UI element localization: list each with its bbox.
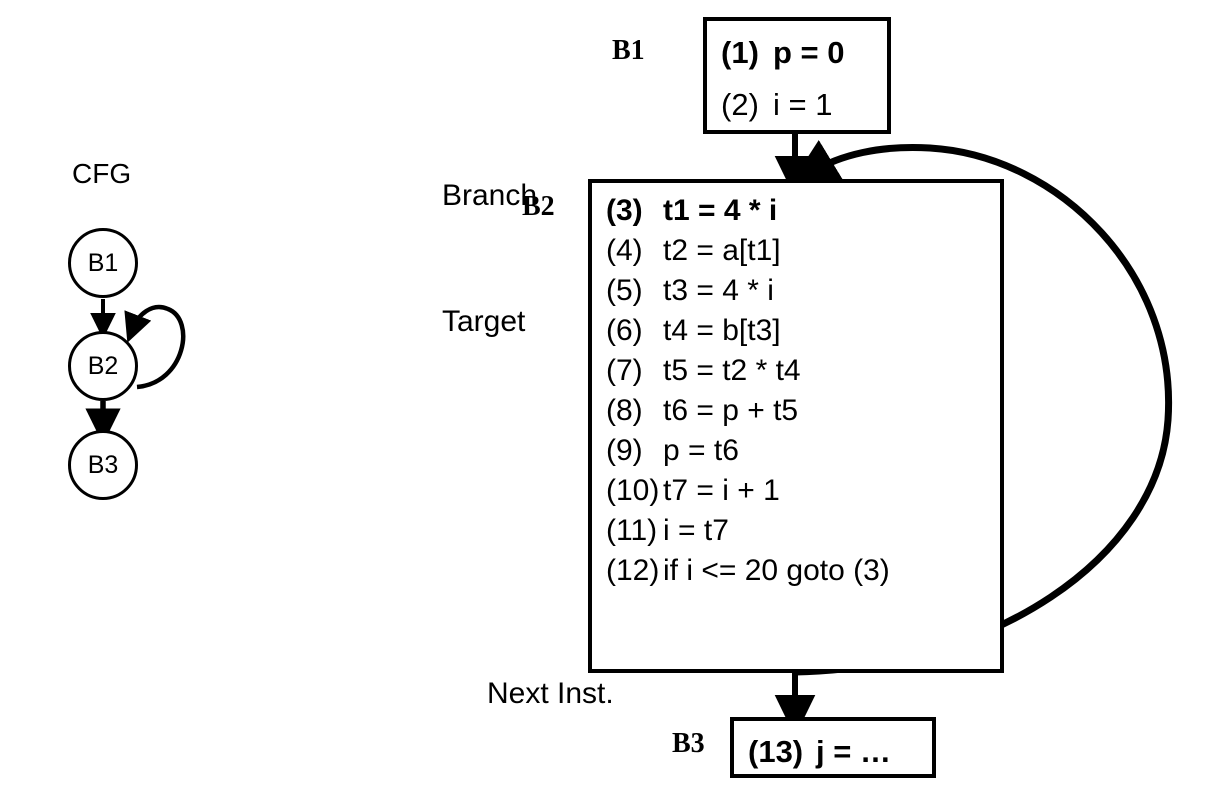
code-line-number: (9) <box>606 434 643 467</box>
next-inst-annotation: Next Inst. <box>487 677 614 710</box>
block-label-b1: B1 <box>612 35 645 66</box>
cfg-node-b3[interactable]: B3 <box>68 430 138 500</box>
block-label-b2: B2 <box>522 191 555 222</box>
code-line-text: t5 = t2 * t4 <box>663 354 801 387</box>
cfg-title: CFG <box>72 158 132 189</box>
code-line-text: i = 1 <box>773 87 833 122</box>
cfg-node-b1-label: B1 <box>87 248 119 277</box>
code-line-text: i = t7 <box>663 514 729 547</box>
code-line-number: (3) <box>606 194 643 227</box>
code-line: (13) j = … <box>748 727 932 777</box>
code-line-number: (2) <box>721 87 759 122</box>
code-line-text: t6 = p + t5 <box>663 394 799 427</box>
code-line-number: (12) <box>606 554 660 587</box>
code-line: (1) p = 0 <box>721 27 887 79</box>
code-line-number: (6) <box>606 314 643 347</box>
branch-target-annotation: Branch Target <box>442 91 537 427</box>
basic-block-b3[interactable]: (13) j = … <box>730 717 936 778</box>
code-line-number: (4) <box>606 234 643 267</box>
cfg-panel: CFG B1 B2 B3 <box>0 0 260 560</box>
code-line: (5) t3 = 4 * i <box>606 271 1000 311</box>
code-line-number: (1) <box>721 35 759 70</box>
code-line: (9) p = t6 <box>606 431 1000 471</box>
cfg-node-b1[interactable]: B1 <box>68 228 138 298</box>
basic-block-b2[interactable]: (3) t1 = 4 * i (4) t2 = a[t1] (5) t3 = 4 * i(… <box>588 179 1004 673</box>
branch-target-line-2: Target <box>442 305 526 338</box>
code-line-number: (13) <box>748 734 804 769</box>
code-line-text: if i <= 20 goto (3) <box>663 554 890 587</box>
code-line: (7) t5 = t2 * t4 <box>606 351 1000 391</box>
code-line-text: t7 = i + 1 <box>663 474 780 507</box>
code-line-number: (11) <box>606 514 658 547</box>
cfg-node-b2-label: B2 <box>87 351 119 380</box>
code-line-number: (7) <box>606 354 643 387</box>
code-line: (11) i = t7 <box>606 511 1000 551</box>
cfg-node-b2[interactable]: B2 <box>68 331 138 401</box>
code-line-number: (5) <box>606 274 643 307</box>
code-line: (12) if i <= 20 goto (3) <box>606 551 1000 591</box>
block-label-b3: B3 <box>672 728 705 759</box>
code-line: (6) t4 = b[t3] <box>606 311 1000 351</box>
code-line-number: (10) <box>606 474 660 507</box>
code-line-number: (8) <box>606 394 643 427</box>
code-line-text: t4 = b[t3] <box>663 314 781 347</box>
code-line-text: t1 = 4 * i <box>663 194 778 227</box>
code-line: (8) t6 = p + t5 <box>606 391 1000 431</box>
basic-block-b1[interactable]: (1) p = 0 (2) i = 1 <box>703 17 891 134</box>
code-line: (3) t1 = 4 * i <box>606 191 1000 231</box>
code-line: (2) i = 1 <box>721 79 887 131</box>
code-line-text: t3 = 4 * i <box>663 274 774 307</box>
code-line-text: j = … <box>816 734 891 769</box>
code-line: (10) t7 = i + 1 <box>606 471 1000 511</box>
code-line-text: t2 = a[t1] <box>663 234 781 267</box>
code-line: (4) t2 = a[t1] <box>606 231 1000 271</box>
code-line-text: p = t6 <box>663 434 739 467</box>
diagram-canvas: CFG B1 B2 B3 Branch Target Next Inst. B1… <box>0 0 1206 794</box>
cfg-node-b3-label: B3 <box>87 450 119 479</box>
code-line-text: p = 0 <box>773 35 845 70</box>
